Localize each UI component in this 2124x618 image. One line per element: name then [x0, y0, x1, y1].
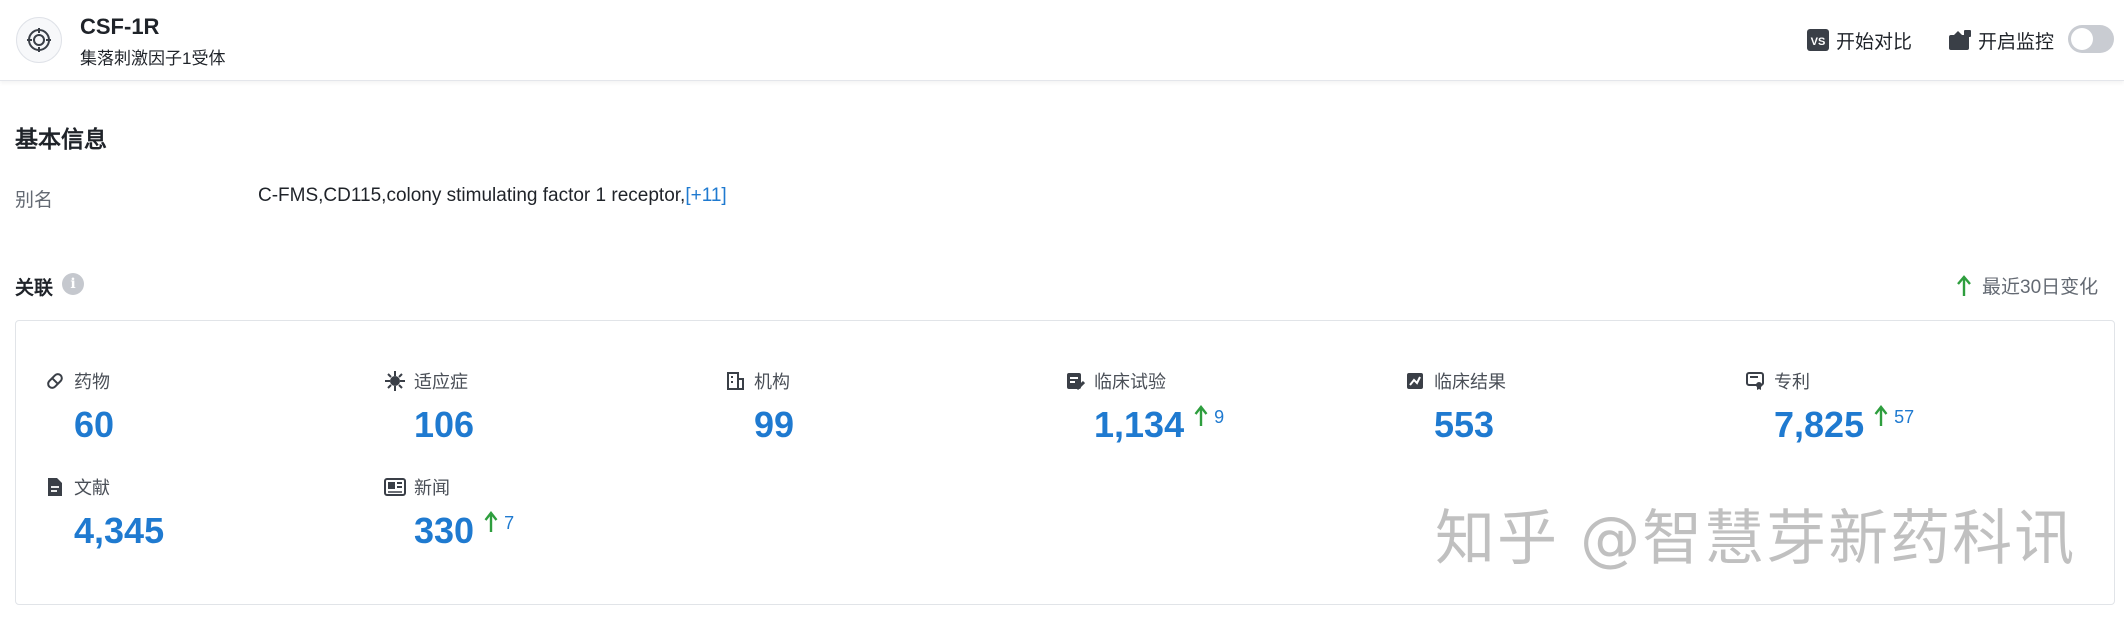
stat-clinical-trials[interactable]: 临床试验 1,134 9: [1064, 369, 1224, 445]
alias-value: C-FMS,CD115,colony stimulating factor 1 …: [258, 185, 727, 207]
stat-literature[interactable]: 文献 4,345: [44, 475, 164, 551]
arrow-up-icon: [1874, 405, 1888, 427]
virus-icon: [384, 370, 406, 392]
stat-label: 药物: [74, 372, 110, 392]
building-icon: [724, 370, 746, 392]
monitor-icon: [1948, 29, 1972, 51]
monitor-label: 开启监控: [1978, 31, 2055, 53]
target-title: CSF-1R: [80, 14, 160, 39]
compare-label: 开始对比: [1836, 31, 1913, 53]
watermark: 知乎 @智慧芽新药科讯: [1435, 504, 2077, 574]
stat-value[interactable]: 60: [74, 403, 114, 447]
stat-value[interactable]: 553: [1434, 403, 1494, 447]
stat-indications[interactable]: 适应症 106: [384, 369, 474, 445]
news-icon: [384, 476, 406, 498]
target-icon: [16, 17, 62, 63]
stat-change: 7: [484, 511, 514, 534]
recent-change-legend: 最近30日变化: [1956, 272, 2098, 299]
alias-text: C-FMS,CD115,colony stimulating factor 1 …: [258, 185, 686, 206]
stat-value[interactable]: 7,825: [1774, 403, 1864, 447]
stat-organizations[interactable]: 机构 99: [724, 369, 794, 445]
svg-text:VS: VS: [1811, 36, 1826, 48]
stat-label: 专利: [1774, 372, 1810, 392]
stat-value[interactable]: 330: [414, 509, 474, 553]
stat-value[interactable]: 4,345: [74, 509, 164, 553]
stat-value[interactable]: 106: [414, 403, 474, 447]
alias-label: 别名: [15, 190, 54, 211]
trial-icon: [1064, 370, 1086, 392]
document-icon: [44, 476, 66, 498]
stat-drugs[interactable]: 药物 60: [44, 369, 114, 445]
arrow-up-icon: [1194, 405, 1208, 427]
basic-info-title: 基本信息: [15, 126, 107, 152]
arrow-up-icon: [1956, 274, 1972, 297]
recent-change-label: 最近30日变化: [1982, 277, 2099, 298]
vs-icon: VS: [1806, 28, 1830, 52]
stat-value[interactable]: 1,134: [1094, 403, 1184, 447]
stat-label: 文献: [74, 478, 110, 498]
stat-label: 机构: [754, 372, 790, 392]
page-header: CSF-1R 集落刺激因子1受体 VS 开始对比 开启监控: [0, 0, 2124, 81]
arrow-up-icon: [484, 511, 498, 533]
stat-patents[interactable]: 专利 7,825 57: [1744, 369, 1914, 445]
results-icon: [1404, 370, 1426, 392]
stat-change-value: 9: [1214, 407, 1225, 427]
stat-label: 临床结果: [1434, 372, 1506, 392]
monitor-toggle[interactable]: [2068, 25, 2114, 53]
compare-button[interactable]: VS 开始对比: [1806, 26, 1912, 54]
stat-value[interactable]: 99: [754, 403, 794, 447]
stat-news[interactable]: 新闻 330 7: [384, 475, 514, 551]
stat-change: 57: [1874, 405, 1914, 428]
patent-icon: [1744, 370, 1766, 392]
stat-change-value: 7: [504, 513, 515, 533]
target-subtitle: 集落刺激因子1受体: [80, 49, 226, 68]
info-icon[interactable]: i: [62, 273, 84, 295]
stat-label: 临床试验: [1094, 372, 1166, 392]
toggle-knob: [2071, 28, 2093, 50]
stat-label: 新闻: [414, 478, 450, 498]
stat-label: 适应症: [414, 372, 468, 392]
stat-change: 9: [1194, 405, 1224, 428]
pill-icon: [44, 370, 66, 392]
stat-clinical-results[interactable]: 临床结果 553: [1404, 369, 1506, 445]
alias-more-link[interactable]: [+11]: [685, 185, 726, 206]
monitor-button[interactable]: 开启监控: [1948, 26, 2054, 54]
stat-change-value: 57: [1894, 407, 1915, 427]
related-title: 关联: [15, 278, 54, 299]
